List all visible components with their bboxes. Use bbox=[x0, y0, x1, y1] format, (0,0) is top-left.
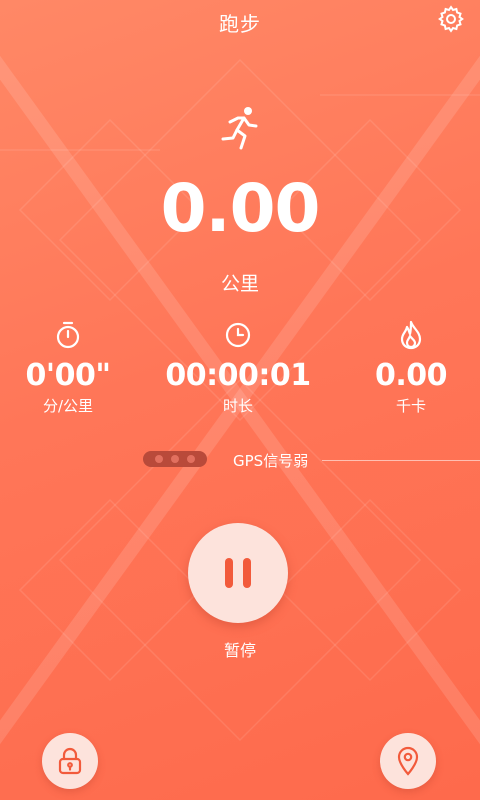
pause-icon-bar bbox=[243, 558, 251, 588]
pause-label: 暂停 bbox=[223, 641, 256, 660]
lock-icon bbox=[58, 747, 82, 775]
pause-button[interactable] bbox=[188, 523, 288, 623]
calories-stat: 0.00 千卡 bbox=[331, 318, 480, 416]
stopwatch-icon bbox=[56, 321, 80, 349]
signal-dot bbox=[155, 455, 163, 463]
duration-label: 时长 bbox=[222, 397, 253, 415]
pace-label: 分/公里 bbox=[42, 397, 94, 415]
runner-icon bbox=[221, 107, 258, 150]
page-title: 跑步 bbox=[219, 12, 261, 36]
gps-status-text: GPS信号弱 bbox=[233, 452, 309, 470]
distance-unit: 公里 bbox=[220, 273, 259, 295]
duration-stat: 00:00:01 时长 bbox=[158, 318, 318, 416]
lock-button[interactable] bbox=[42, 733, 98, 789]
running-screen: 跑步 0.00 公里 0'00" 分/公里 00:00:01 时长 0.00 千… bbox=[0, 0, 480, 800]
pace-value: 0'00" bbox=[25, 358, 111, 393]
pause-icon-bar bbox=[225, 558, 233, 588]
location-button[interactable] bbox=[380, 733, 436, 789]
flame-icon bbox=[400, 320, 422, 350]
settings-button[interactable] bbox=[434, 2, 468, 36]
calories-value: 0.00 bbox=[374, 358, 448, 393]
gps-signal-indicator bbox=[143, 451, 207, 467]
location-pin-icon bbox=[397, 746, 419, 776]
signal-dot bbox=[187, 455, 195, 463]
duration-value: 00:00:01 bbox=[165, 358, 311, 393]
distance-value: 0.00 bbox=[160, 170, 321, 247]
signal-dot bbox=[171, 455, 179, 463]
pace-stat: 0'00" 分/公里 bbox=[0, 318, 148, 416]
clock-icon bbox=[225, 322, 251, 348]
divider bbox=[322, 460, 480, 461]
gear-icon bbox=[438, 5, 464, 33]
calories-label: 千卡 bbox=[395, 397, 426, 415]
